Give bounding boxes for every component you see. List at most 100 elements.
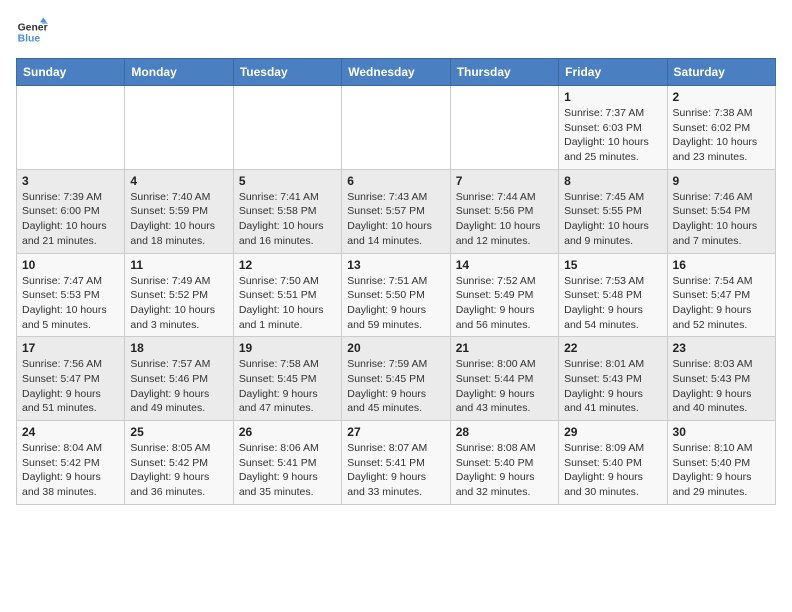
calendar-cell: 12 Sunrise: 7:50 AMSunset: 5:51 PMDayligh… xyxy=(233,253,341,337)
calendar-cell xyxy=(17,86,125,170)
calendar-week-row: 17 Sunrise: 7:56 AMSunset: 5:47 PMDayligh… xyxy=(17,337,776,421)
day-info: Sunrise: 8:06 AMSunset: 5:41 PMDaylight:… xyxy=(239,441,336,500)
calendar-cell: 24 Sunrise: 8:04 AMSunset: 5:42 PMDayligh… xyxy=(17,421,125,505)
day-info: Sunrise: 7:41 AMSunset: 5:58 PMDaylight:… xyxy=(239,190,336,249)
calendar-cell: 3Sunrise: 7:39 AMSunset: 6:00 PMDaylight… xyxy=(17,169,125,253)
day-number: 7 xyxy=(456,174,553,188)
day-number: 27 xyxy=(347,425,444,439)
header-wednesday: Wednesday xyxy=(342,59,450,86)
day-number: 14 xyxy=(456,258,553,272)
day-number: 2 xyxy=(673,90,770,104)
day-number: 1 xyxy=(564,90,661,104)
day-info: Sunrise: 7:45 AMSunset: 5:55 PMDaylight:… xyxy=(564,190,661,249)
calendar-cell: 10 Sunrise: 7:47 AMSunset: 5:53 PMDayligh… xyxy=(17,253,125,337)
header-tuesday: Tuesday xyxy=(233,59,341,86)
calendar-table: SundayMondayTuesdayWednesdayThursdayFrid… xyxy=(16,58,776,505)
day-number: 23 xyxy=(673,341,770,355)
day-info: Sunrise: 7:47 AMSunset: 5:53 PMDaylight:… xyxy=(22,274,119,333)
calendar-cell: 29 Sunrise: 8:09 AMSunset: 5:40 PMDayligh… xyxy=(559,421,667,505)
day-number: 19 xyxy=(239,341,336,355)
day-number: 11 xyxy=(130,258,227,272)
calendar-cell: 19 Sunrise: 7:58 AMSunset: 5:45 PMDayligh… xyxy=(233,337,341,421)
calendar-cell xyxy=(342,86,450,170)
calendar-week-row: 3Sunrise: 7:39 AMSunset: 6:00 PMDaylight… xyxy=(17,169,776,253)
day-info: Sunrise: 7:57 AMSunset: 5:46 PMDaylight:… xyxy=(130,357,227,416)
calendar-cell: 16 Sunrise: 7:54 AMSunset: 5:47 PMDayligh… xyxy=(667,253,775,337)
header-sunday: Sunday xyxy=(17,59,125,86)
calendar-cell xyxy=(125,86,233,170)
logo-icon: General Blue xyxy=(16,16,48,48)
calendar-cell: 6 Sunrise: 7:43 AMSunset: 5:57 PMDaylight… xyxy=(342,169,450,253)
calendar-cell xyxy=(233,86,341,170)
day-number: 21 xyxy=(456,341,553,355)
day-info: Sunrise: 7:51 AMSunset: 5:50 PMDaylight:… xyxy=(347,274,444,333)
day-number: 5 xyxy=(239,174,336,188)
day-info: Sunrise: 8:09 AMSunset: 5:40 PMDaylight:… xyxy=(564,441,661,500)
calendar-cell: 20Sunrise: 7:59 AMSunset: 5:45 PMDayligh… xyxy=(342,337,450,421)
day-info: Sunrise: 7:53 AMSunset: 5:48 PMDaylight:… xyxy=(564,274,661,333)
calendar-cell: 25 Sunrise: 8:05 AMSunset: 5:42 PMDayligh… xyxy=(125,421,233,505)
day-number: 6 xyxy=(347,174,444,188)
day-info: Sunrise: 7:56 AMSunset: 5:47 PMDaylight:… xyxy=(22,357,119,416)
day-number: 12 xyxy=(239,258,336,272)
day-number: 25 xyxy=(130,425,227,439)
day-info: Sunrise: 7:43 AMSunset: 5:57 PMDaylight:… xyxy=(347,190,444,249)
day-info: Sunrise: 7:59 AMSunset: 5:45 PMDaylight:… xyxy=(347,357,444,416)
day-info: Sunrise: 7:44 AMSunset: 5:56 PMDaylight:… xyxy=(456,190,553,249)
calendar-cell: 21 Sunrise: 8:00 AMSunset: 5:44 PMDayligh… xyxy=(450,337,558,421)
day-number: 15 xyxy=(564,258,661,272)
calendar-cell: 18 Sunrise: 7:57 AMSunset: 5:46 PMDayligh… xyxy=(125,337,233,421)
calendar-cell: 23 Sunrise: 8:03 AMSunset: 5:43 PMDayligh… xyxy=(667,337,775,421)
calendar-cell: 28 Sunrise: 8:08 AMSunset: 5:40 PMDayligh… xyxy=(450,421,558,505)
day-info: Sunrise: 7:54 AMSunset: 5:47 PMDaylight:… xyxy=(673,274,770,333)
day-info: Sunrise: 8:03 AMSunset: 5:43 PMDaylight:… xyxy=(673,357,770,416)
calendar-cell: 7 Sunrise: 7:44 AMSunset: 5:56 PMDaylight… xyxy=(450,169,558,253)
day-info: Sunrise: 7:38 AMSunset: 6:02 PMDaylight:… xyxy=(673,106,770,165)
day-number: 29 xyxy=(564,425,661,439)
day-info: Sunrise: 7:39 AMSunset: 6:00 PMDaylight:… xyxy=(22,190,119,249)
day-info: Sunrise: 7:52 AMSunset: 5:49 PMDaylight:… xyxy=(456,274,553,333)
calendar-week-row: 1Sunrise: 7:37 AMSunset: 6:03 PMDaylight… xyxy=(17,86,776,170)
calendar-cell: 4Sunrise: 7:40 AMSunset: 5:59 PMDaylight… xyxy=(125,169,233,253)
calendar-cell: 9 Sunrise: 7:46 AMSunset: 5:54 PMDaylight… xyxy=(667,169,775,253)
calendar-cell: 17 Sunrise: 7:56 AMSunset: 5:47 PMDayligh… xyxy=(17,337,125,421)
day-info: Sunrise: 7:40 AMSunset: 5:59 PMDaylight:… xyxy=(130,190,227,249)
day-info: Sunrise: 7:50 AMSunset: 5:51 PMDaylight:… xyxy=(239,274,336,333)
day-info: Sunrise: 8:04 AMSunset: 5:42 PMDaylight:… xyxy=(22,441,119,500)
header-friday: Friday xyxy=(559,59,667,86)
day-number: 24 xyxy=(22,425,119,439)
calendar-cell: 15 Sunrise: 7:53 AMSunset: 5:48 PMDayligh… xyxy=(559,253,667,337)
day-number: 16 xyxy=(673,258,770,272)
day-info: Sunrise: 7:58 AMSunset: 5:45 PMDaylight:… xyxy=(239,357,336,416)
day-number: 9 xyxy=(673,174,770,188)
calendar-cell: 22Sunrise: 8:01 AMSunset: 5:43 PMDayligh… xyxy=(559,337,667,421)
day-number: 10 xyxy=(22,258,119,272)
day-number: 8 xyxy=(564,174,661,188)
day-info: Sunrise: 8:05 AMSunset: 5:42 PMDaylight:… xyxy=(130,441,227,500)
svg-text:Blue: Blue xyxy=(18,34,41,45)
day-info: Sunrise: 8:00 AMSunset: 5:44 PMDaylight:… xyxy=(456,357,553,416)
day-info: Sunrise: 7:49 AMSunset: 5:52 PMDaylight:… xyxy=(130,274,227,333)
calendar-week-row: 24 Sunrise: 8:04 AMSunset: 5:42 PMDayligh… xyxy=(17,421,776,505)
calendar-cell: 1Sunrise: 7:37 AMSunset: 6:03 PMDaylight… xyxy=(559,86,667,170)
day-number: 17 xyxy=(22,341,119,355)
calendar-header-row: SundayMondayTuesdayWednesdayThursdayFrid… xyxy=(17,59,776,86)
day-number: 13 xyxy=(347,258,444,272)
calendar-cell: 2 Sunrise: 7:38 AMSunset: 6:02 PMDaylight… xyxy=(667,86,775,170)
day-info: Sunrise: 8:07 AMSunset: 5:41 PMDaylight:… xyxy=(347,441,444,500)
header-saturday: Saturday xyxy=(667,59,775,86)
calendar-week-row: 10 Sunrise: 7:47 AMSunset: 5:53 PMDayligh… xyxy=(17,253,776,337)
calendar-cell: 5 Sunrise: 7:41 AMSunset: 5:58 PMDaylight… xyxy=(233,169,341,253)
calendar-cell xyxy=(450,86,558,170)
day-info: Sunrise: 7:46 AMSunset: 5:54 PMDaylight:… xyxy=(673,190,770,249)
day-number: 30 xyxy=(673,425,770,439)
calendar-cell: 8 Sunrise: 7:45 AMSunset: 5:55 PMDaylight… xyxy=(559,169,667,253)
day-number: 28 xyxy=(456,425,553,439)
calendar-cell: 30Sunrise: 8:10 AMSunset: 5:40 PMDayligh… xyxy=(667,421,775,505)
day-number: 18 xyxy=(130,341,227,355)
calendar-cell: 26Sunrise: 8:06 AMSunset: 5:41 PMDayligh… xyxy=(233,421,341,505)
calendar-cell: 13 Sunrise: 7:51 AMSunset: 5:50 PMDayligh… xyxy=(342,253,450,337)
day-info: Sunrise: 8:08 AMSunset: 5:40 PMDaylight:… xyxy=(456,441,553,500)
svg-text:General: General xyxy=(18,22,48,33)
day-number: 22 xyxy=(564,341,661,355)
